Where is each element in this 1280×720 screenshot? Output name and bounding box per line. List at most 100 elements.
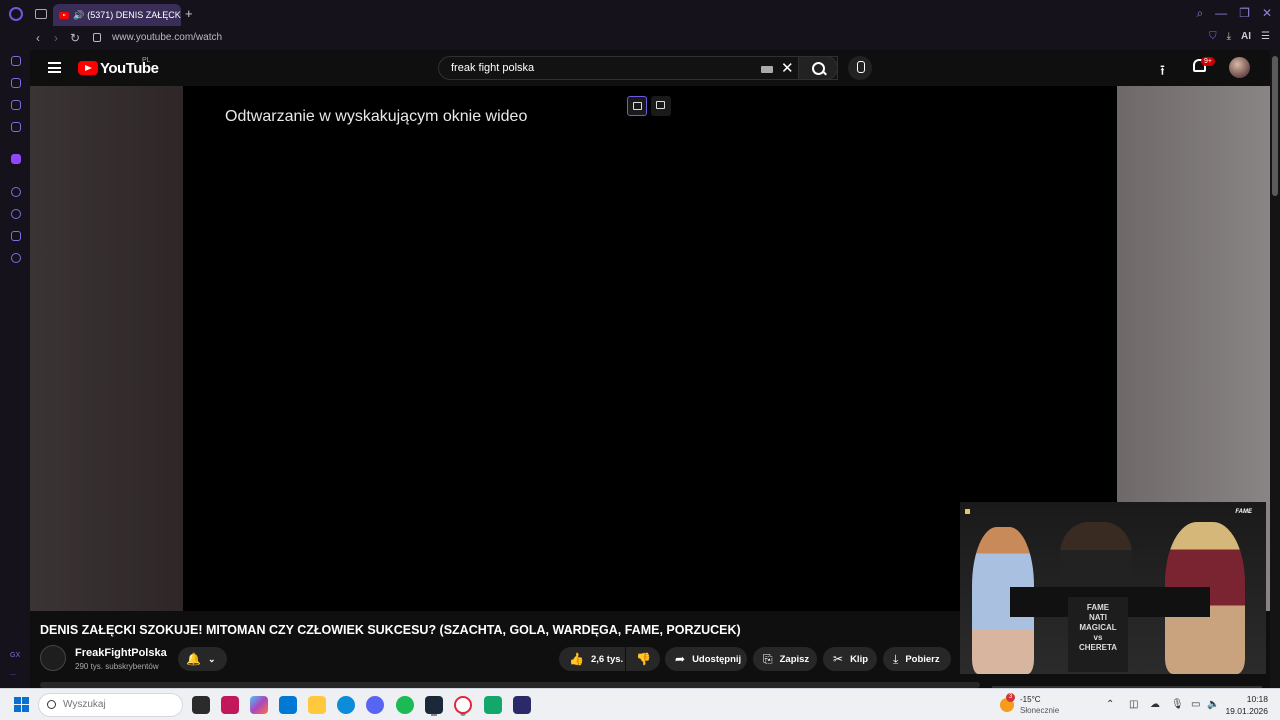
search-tabs-icon[interactable]: ⌕ bbox=[1196, 6, 1203, 21]
exit-pip-button[interactable] bbox=[651, 96, 671, 116]
browser-sidebar: GX ... bbox=[0, 50, 30, 688]
show-hidden-icons-chevron-up-icon[interactable]: ⌃ bbox=[1106, 699, 1114, 710]
browser-tab-youtube[interactable]: 🔊 (5371) DENIS ZAŁĘCKI bbox=[53, 4, 181, 26]
sign-line-1: FAME bbox=[1086, 603, 1110, 612]
download-icon[interactable]: ⤓ bbox=[1227, 31, 1231, 42]
taskbar-search-input[interactable] bbox=[63, 699, 173, 710]
create-upload-icon[interactable]: ⭱ bbox=[1160, 60, 1165, 84]
keyboard-icon[interactable] bbox=[761, 66, 773, 73]
microsoft-store-icon[interactable] bbox=[279, 696, 297, 714]
spotify-app-icon[interactable] bbox=[396, 696, 414, 714]
dislike-button[interactable]: 👎 bbox=[626, 647, 660, 671]
sidebar-gx-label[interactable]: GX bbox=[10, 652, 20, 659]
opera-gx-app-icon[interactable] bbox=[454, 696, 472, 714]
volume-icon[interactable]: 🔈 bbox=[1207, 699, 1219, 710]
speaker-icon[interactable]: 🔊 bbox=[73, 10, 84, 21]
sidebar-settings-icon[interactable] bbox=[11, 253, 21, 263]
minimize-icon[interactable]: — bbox=[1215, 6, 1227, 21]
sidebar-discord-icon[interactable] bbox=[11, 100, 21, 110]
share-label: Udostępnij bbox=[692, 653, 742, 665]
weather-temperature[interactable]: -15°C bbox=[1020, 695, 1041, 704]
sign-line-3: MAGICAL bbox=[1079, 623, 1117, 632]
sidebar-twitch-icon[interactable] bbox=[11, 154, 21, 164]
weather-description[interactable]: Słonecznie bbox=[1020, 706, 1059, 715]
forward-icon[interactable]: › bbox=[54, 31, 58, 45]
sidebar-history-icon[interactable] bbox=[11, 209, 21, 219]
discord-app-icon[interactable] bbox=[366, 696, 384, 714]
new-tab-button[interactable]: + bbox=[185, 7, 193, 21]
voice-search-button[interactable] bbox=[848, 56, 872, 80]
youtube-logo-icon[interactable] bbox=[78, 61, 98, 75]
browser-titlebar: 🔊 (5371) DENIS ZAŁĘCKI + ⌕ — ❐ ✕ bbox=[0, 0, 1280, 28]
display-icon[interactable]: ▭ bbox=[1191, 699, 1200, 710]
microphone-icon[interactable]: 🎙 bbox=[1171, 699, 1184, 710]
network-icon[interactable]: ◫ bbox=[1129, 699, 1138, 710]
like-button[interactable]: 👍 2,6 tys. bbox=[559, 647, 625, 671]
copilot-app-icon[interactable] bbox=[250, 696, 268, 714]
download-label: Pobierz bbox=[905, 653, 940, 665]
easy-setup-icon[interactable]: ☰ bbox=[1261, 31, 1270, 42]
android-app-icon[interactable] bbox=[484, 696, 502, 714]
chevron-down-icon: ⌄ bbox=[207, 653, 216, 664]
page-scrollbar[interactable] bbox=[1270, 50, 1280, 688]
picture-in-picture-window[interactable]: FAME FAME NATI MAGICAL vs CHERETA bbox=[960, 502, 1266, 674]
save-button[interactable]: ⎘ Zapisz bbox=[753, 647, 817, 671]
pip-icon bbox=[633, 102, 642, 110]
edge-browser-icon[interactable] bbox=[337, 696, 355, 714]
unknown-app-icon[interactable] bbox=[513, 696, 531, 714]
aria-ai-button[interactable]: AI bbox=[1241, 31, 1251, 42]
close-window-icon[interactable]: ✕ bbox=[1262, 6, 1272, 21]
sidebar-extensions-icon[interactable] bbox=[11, 231, 21, 241]
reload-icon[interactable]: ↻ bbox=[70, 31, 80, 45]
back-to-tab-button[interactable] bbox=[627, 96, 647, 116]
mini-player-brand: FAME bbox=[1235, 509, 1252, 515]
weather-badge: 3 bbox=[1006, 693, 1015, 702]
channel-name[interactable]: FreakFightPolska bbox=[75, 647, 167, 659]
clip-button[interactable]: ✂ Klip bbox=[823, 647, 877, 671]
scissors-icon: ✂ bbox=[833, 652, 844, 666]
file-explorer-icon[interactable] bbox=[308, 696, 326, 714]
clock-date[interactable]: 19.01.2026 bbox=[1225, 706, 1268, 716]
url-field[interactable]: www.youtube.com/watch bbox=[112, 32, 222, 43]
sidebar-more-icon[interactable]: ... bbox=[10, 670, 16, 677]
sign-line-2: NATI bbox=[1088, 613, 1108, 622]
opera-logo-icon[interactable] bbox=[9, 7, 23, 21]
onedrive-icon[interactable]: ☁ bbox=[1150, 699, 1160, 710]
back-icon[interactable]: ‹ bbox=[36, 31, 40, 45]
clock-time[interactable]: 10:18 bbox=[1247, 694, 1268, 704]
vpn-icon[interactable]: ⛉ bbox=[1209, 31, 1217, 42]
address-bar: ‹ › ↻ www.youtube.com/watch ⛉ ⤓ AI ☰ bbox=[0, 28, 1280, 50]
clear-search-icon[interactable]: ✕ bbox=[781, 59, 794, 77]
like-count: 2,6 tys. bbox=[590, 653, 624, 665]
picture-in-picture-message: Odtwarzanie w wyskakującym oknie wideo bbox=[225, 108, 528, 125]
search-input[interactable] bbox=[451, 62, 751, 74]
sign-line-5: CHERETA bbox=[1078, 643, 1118, 652]
event-sign: FAME NATI MAGICAL vs CHERETA bbox=[1068, 597, 1128, 672]
youtube-header: YouTube PL ✕ ⭱ 9+ bbox=[30, 50, 1270, 86]
sidebar-flow-icon[interactable] bbox=[11, 56, 21, 66]
video-title: DENIS ZAŁĘCKI SZOKUJE! MITOMAN CZY CZŁOW… bbox=[40, 623, 741, 637]
share-button[interactable]: ➦ Udostępnij bbox=[665, 647, 747, 671]
country-code: PL bbox=[142, 57, 151, 64]
steam-app-icon[interactable] bbox=[425, 696, 443, 714]
scrollbar-thumb[interactable] bbox=[1272, 56, 1278, 196]
channel-avatar[interactable] bbox=[40, 645, 66, 671]
tab-manager-icon[interactable] bbox=[35, 9, 47, 19]
taskbar-search[interactable] bbox=[38, 693, 183, 717]
search-button[interactable] bbox=[798, 56, 838, 80]
lock-icon[interactable] bbox=[93, 33, 101, 42]
taskbar-search-icon bbox=[47, 700, 56, 709]
download-button[interactable]: ⤓ Pobierz bbox=[883, 647, 951, 671]
subscription-bell-button[interactable]: 🔔 ⌄ bbox=[178, 647, 227, 671]
start-button-icon[interactable] bbox=[14, 697, 29, 712]
sidebar-player-icon[interactable] bbox=[11, 78, 21, 88]
sidebar-messenger-icon[interactable] bbox=[11, 122, 21, 132]
restore-icon[interactable]: ❐ bbox=[1239, 6, 1250, 21]
menu-icon[interactable] bbox=[48, 62, 61, 73]
instagram-app-icon[interactable] bbox=[221, 696, 239, 714]
pip-indicator-icon bbox=[965, 509, 970, 514]
account-avatar[interactable] bbox=[1229, 57, 1250, 78]
sidebar-player-play-icon[interactable] bbox=[11, 187, 21, 197]
task-view-icon[interactable] bbox=[192, 696, 210, 714]
thumbs-down-icon: 👎 bbox=[636, 652, 651, 666]
